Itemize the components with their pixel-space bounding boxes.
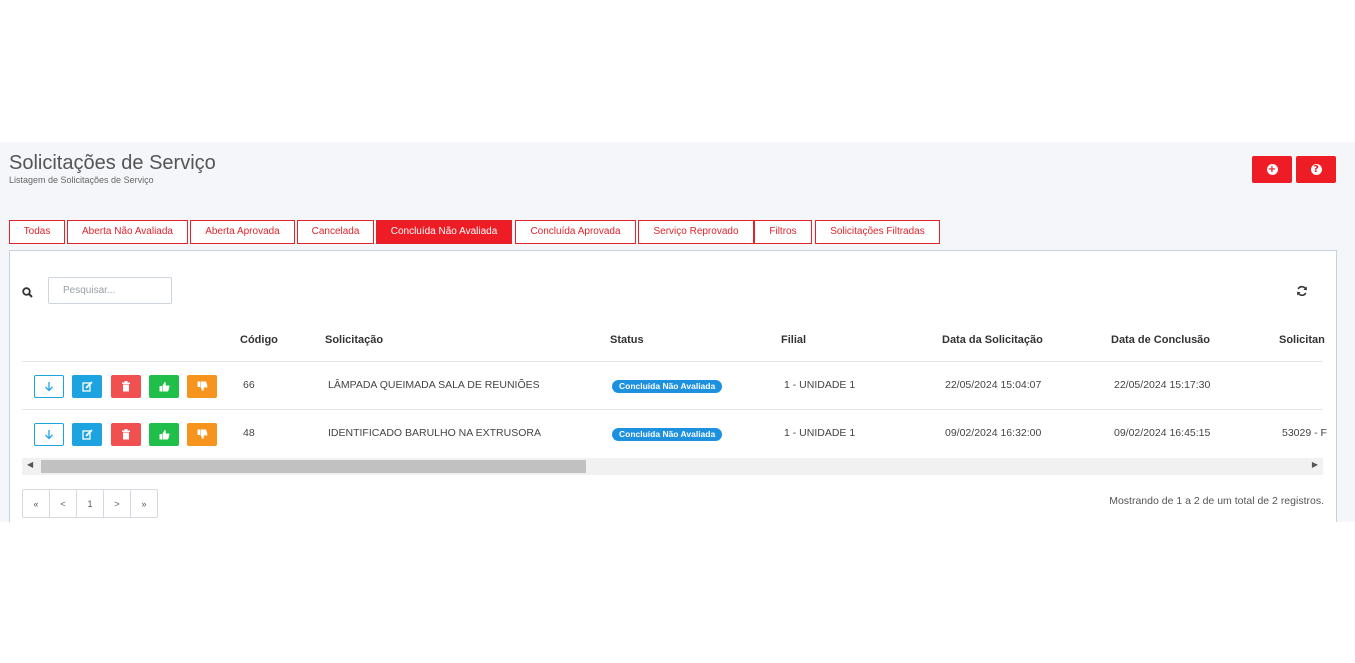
column-header-data-conclusao[interactable]: Data de Conclusão xyxy=(1111,334,1210,346)
edit-icon xyxy=(81,381,93,392)
search-input[interactable] xyxy=(48,277,172,304)
delete-button[interactable] xyxy=(111,423,141,446)
tab-aberta-aprovada[interactable]: Aberta Aprovada xyxy=(190,220,295,244)
reject-button[interactable] xyxy=(187,423,217,446)
page-next-button[interactable]: > xyxy=(104,490,131,517)
horizontal-scrollbar[interactable]: ◀ ▶ xyxy=(22,458,1323,475)
main-panel: Solicitações de Serviço Listagem de Soli… xyxy=(0,142,1355,522)
requests-card: Código Solicitação Status Filial Data da… xyxy=(9,250,1337,522)
thumbs-up-icon xyxy=(159,430,170,440)
tab-aberta-nao-avaliada[interactable]: Aberta Não Avaliada xyxy=(67,220,188,244)
approve-button[interactable] xyxy=(149,423,179,446)
page-title: Solicitações de Serviço xyxy=(9,152,216,174)
cell-codigo: 48 xyxy=(243,427,255,439)
tab-servico-reprovado[interactable]: Serviço Reprovado xyxy=(638,220,754,244)
arrow-down-icon xyxy=(45,382,53,392)
cell-filial: 1 - UNIDADE 1 xyxy=(784,427,856,439)
cell-codigo: 66 xyxy=(243,379,255,391)
records-summary: Mostrando de 1 a 2 de um total de 2 regi… xyxy=(1109,495,1324,507)
cell-filial: 1 - UNIDADE 1 xyxy=(784,379,856,391)
page-last-button[interactable]: » xyxy=(131,490,157,517)
approve-button[interactable] xyxy=(149,375,179,398)
column-header-solicitante[interactable]: Solicitan xyxy=(1279,334,1325,346)
thumbs-up-icon xyxy=(159,382,170,392)
column-header-data-solicitacao[interactable]: Data da Solicitação xyxy=(942,334,1043,346)
edit-icon xyxy=(81,429,93,440)
page-prev-button[interactable]: < xyxy=(50,490,77,517)
table-row: 48 IDENTIFICADO BARULHO NA EXTRUSORA Con… xyxy=(22,410,1327,458)
tab-solicitacoes-filtradas[interactable]: Solicitações Filtradas xyxy=(815,220,940,244)
trash-icon xyxy=(122,429,130,440)
arrow-down-icon xyxy=(45,430,53,440)
column-header-solicitacao[interactable]: Solicitação xyxy=(325,334,383,346)
edit-button[interactable] xyxy=(72,375,102,398)
scrollbar-thumb[interactable] xyxy=(41,460,586,473)
column-header-codigo[interactable]: Código xyxy=(240,334,278,346)
tab-todas[interactable]: Todas xyxy=(9,220,65,244)
plus-circle-icon: + xyxy=(1266,164,1278,175)
pagination: « < 1 > » xyxy=(22,489,158,518)
page-subtitle: Listagem de Solicitações de Serviço xyxy=(9,175,154,185)
help-button[interactable]: ? xyxy=(1296,156,1336,183)
search-icon xyxy=(22,285,33,303)
download-button[interactable] xyxy=(34,375,64,398)
status-badge: Concluída Não Avaliada xyxy=(612,380,723,393)
delete-button[interactable] xyxy=(111,375,141,398)
scroll-left-icon[interactable]: ◀ xyxy=(27,460,33,469)
tab-concluida-nao-avaliada[interactable]: Concluída Não Avaliada xyxy=(376,220,512,244)
cell-data-solicitacao: 22/05/2024 15:04:07 xyxy=(945,379,1042,391)
cell-data-conclusao: 22/05/2024 15:17:30 xyxy=(1114,379,1211,391)
refresh-icon[interactable] xyxy=(1296,284,1308,302)
download-button[interactable] xyxy=(34,423,64,446)
add-button[interactable]: + xyxy=(1252,156,1292,183)
tab-concluida-aprovada[interactable]: Concluída Aprovada xyxy=(515,220,636,244)
cell-data-solicitacao: 09/02/2024 16:32:00 xyxy=(945,427,1042,439)
tab-filtros[interactable]: Filtros xyxy=(754,220,812,244)
trash-icon xyxy=(122,381,130,392)
tab-cancelada[interactable]: Cancelada xyxy=(297,220,374,244)
question-circle-icon: ? xyxy=(1310,164,1322,175)
column-header-status[interactable]: Status xyxy=(610,334,644,346)
edit-button[interactable] xyxy=(72,423,102,446)
cell-solicitacao: LÂMPADA QUEIMADA SALA DE REUNIÕES xyxy=(328,379,540,391)
page-first-button[interactable]: « xyxy=(23,490,50,517)
page-number-button[interactable]: 1 xyxy=(77,490,104,517)
scroll-right-icon[interactable]: ▶ xyxy=(1312,460,1318,469)
cell-data-conclusao: 09/02/2024 16:45:15 xyxy=(1114,427,1211,439)
thumbs-down-icon xyxy=(197,381,208,391)
table-row: 66 LÂMPADA QUEIMADA SALA DE REUNIÕES Con… xyxy=(22,362,1323,410)
thumbs-down-icon xyxy=(197,429,208,439)
column-header-filial[interactable]: Filial xyxy=(781,334,806,346)
reject-button[interactable] xyxy=(187,375,217,398)
cell-solicitacao: IDENTIFICADO BARULHO NA EXTRUSORA xyxy=(328,427,541,439)
cell-solicitante: 53029 - F xyxy=(1282,427,1327,439)
status-badge: Concluída Não Avaliada xyxy=(612,428,723,441)
